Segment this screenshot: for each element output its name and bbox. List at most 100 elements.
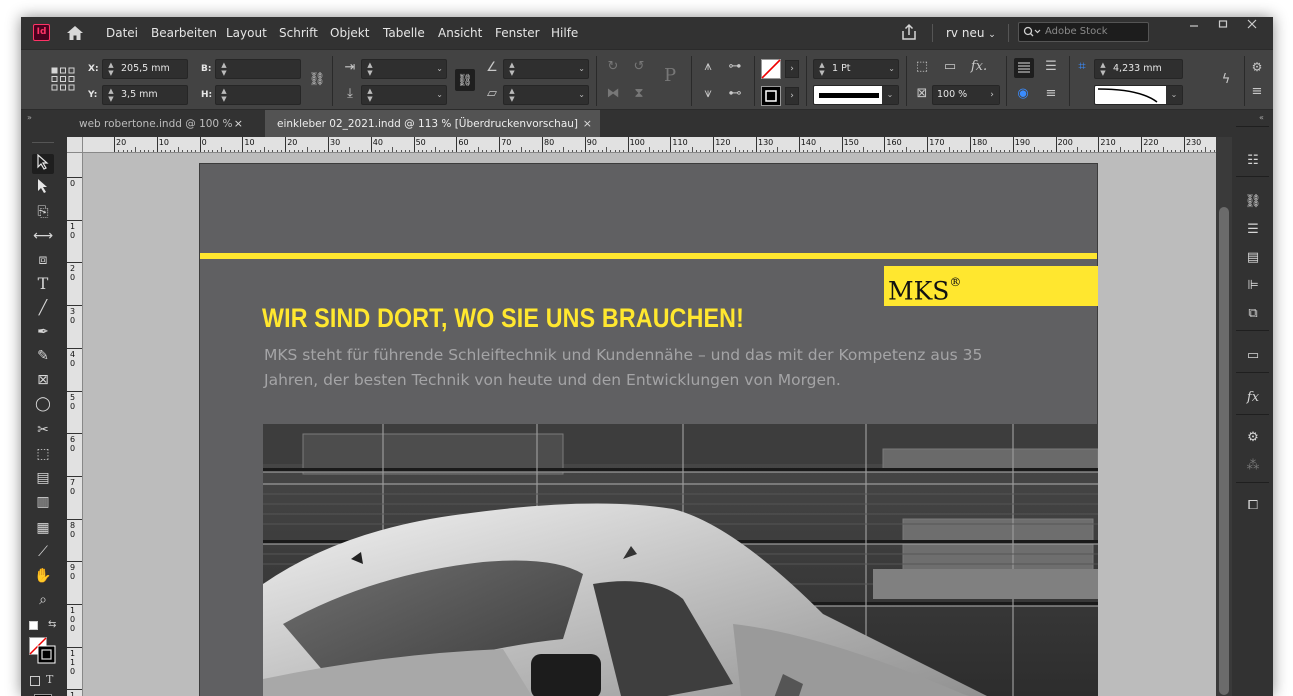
home-icon[interactable]: [65, 23, 85, 43]
page-tool-icon[interactable]: ⎘: [32, 202, 54, 222]
quick-apply-icon[interactable]: ϟ: [1217, 72, 1235, 88]
stroke-type-dropdown[interactable]: ⌄: [813, 85, 899, 105]
hand-tool-icon[interactable]: ✋: [32, 566, 54, 586]
close-icon[interactable]: ×: [583, 110, 592, 138]
chevron-down-icon[interactable]: ⌄: [436, 86, 443, 104]
text-wrap-box-icon[interactable]: ☰: [1042, 59, 1060, 75]
document-page[interactable]: MKS® WIR SIND DORT, WO SIE UNS BRAUCHEN!…: [199, 163, 1098, 696]
spinner-icon[interactable]: ▲ ▼: [219, 61, 229, 77]
gradient-feather-tool-icon[interactable]: ▥: [32, 492, 54, 512]
spinner-icon[interactable]: ▲ ▼: [507, 61, 517, 77]
swap-colors-icon[interactable]: ⇆: [48, 619, 56, 630]
text-wrap-none-icon[interactable]: [1014, 58, 1034, 78]
adobe-stock-search-input[interactable]: Adobe Stock: [1018, 22, 1149, 42]
fx-effects-icon[interactable]: fx.: [970, 59, 988, 75]
chevron-down-icon[interactable]: ⌄: [1166, 86, 1182, 104]
text-wrap-jump-icon[interactable]: ≡: [1042, 86, 1060, 102]
links-icon[interactable]: ⛓: [1242, 192, 1264, 212]
align-icon[interactable]: ⊫: [1242, 276, 1264, 296]
pasteboard[interactable]: MKS® WIR SIND DORT, WO SIE UNS BRAUCHEN!…: [83, 153, 1216, 696]
panel-menu-icon[interactable]: ≡: [1248, 84, 1266, 100]
effects-icon[interactable]: fx: [1242, 388, 1264, 408]
scale-y-field[interactable]: ▲ ▼ ⌄: [361, 85, 447, 105]
horizontal-ruler[interactable]: 20 10 0 10 20 30 40 50 60 70 80 90 100 110 120 130 140 15…: [83, 137, 1216, 153]
text-wrap-icon[interactable]: ▤: [1242, 248, 1264, 268]
fill-stroke-swatch[interactable]: [29, 637, 57, 669]
stroke-weight-field[interactable]: ▲ ▼ 1 Pt ⌄: [813, 59, 899, 79]
formatting-text-icon[interactable]: T: [46, 673, 53, 686]
vertical-ruler[interactable]: 0 1 0 2 0 3 0 4 0 5 0 6 0 7 0 8 0 9 0 1 0 0 1 1 0 1 …: [67, 153, 83, 696]
link-scale-icon[interactable]: ⛓: [455, 69, 475, 91]
publish-online-icon[interactable]: ⧠: [1242, 496, 1264, 516]
spinner-icon[interactable]: ▲ ▼: [106, 87, 116, 103]
pencil-tool-icon[interactable]: ✎: [32, 346, 54, 366]
chevron-down-icon[interactable]: ⌄: [436, 60, 443, 78]
content-collector-icon[interactable]: ⧈: [32, 250, 54, 270]
pathfinder-icon[interactable]: ⧉: [1242, 304, 1264, 324]
rotate-angle-field[interactable]: ▲ ▼ ⌄: [503, 59, 589, 79]
flip-vertical-icon[interactable]: ⧗: [630, 86, 648, 102]
scale-x-field[interactable]: ▲ ▼ ⌄: [361, 59, 447, 79]
menu-hilfe[interactable]: Hilfe: [551, 26, 578, 40]
share-icon[interactable]: [900, 23, 918, 44]
gap-tool-icon[interactable]: ⌗: [1073, 59, 1091, 75]
ruler-origin[interactable]: [67, 137, 83, 153]
fill-none-swatch[interactable]: [761, 59, 781, 82]
flip-horizontal-icon[interactable]: ⧓: [604, 86, 622, 102]
rotate-cw-icon[interactable]: ↻: [604, 59, 622, 75]
p-direction-icon[interactable]: P: [661, 67, 679, 85]
spinner-icon[interactable]: ▲ ▼: [106, 61, 116, 77]
constrain-proportions-icon[interactable]: ⛓: [308, 72, 326, 88]
gap-tool-icon[interactable]: ⟷: [32, 226, 54, 246]
gear-icon[interactable]: ⚙: [1248, 59, 1266, 75]
drop-shadow-icon[interactable]: ▭: [941, 59, 959, 75]
selection-tool-icon[interactable]: [32, 153, 54, 174]
gap-field[interactable]: ▲ ▼ 4,233 mm: [1094, 59, 1183, 79]
width-field[interactable]: ▲ ▼: [215, 59, 301, 79]
direct-selection-tool-icon[interactable]: [32, 178, 54, 198]
gradient-icon[interactable]: ▭: [1242, 346, 1264, 366]
collapse-icon[interactable]: »: [27, 113, 32, 122]
menu-layout[interactable]: Layout: [226, 26, 267, 40]
spinner-icon[interactable]: ▲ ▼: [365, 87, 375, 103]
menu-schrift[interactable]: Schrift: [279, 26, 318, 40]
close-icon[interactable]: ×: [234, 110, 243, 138]
corner-shape-dropdown[interactable]: ⌄: [1094, 85, 1183, 105]
menu-fenster[interactable]: Fenster: [495, 26, 540, 40]
cc-libraries-icon[interactable]: ⚙: [1242, 428, 1264, 448]
free-transform-tool-icon[interactable]: ⬚: [32, 444, 54, 464]
reference-point-icon[interactable]: [51, 67, 75, 94]
chevron-right-icon[interactable]: ›: [985, 86, 999, 104]
chevron-right-icon[interactable]: ›: [785, 60, 799, 78]
shear-angle-field[interactable]: ▲ ▼ ⌄: [503, 85, 589, 105]
text-wrap-object-icon[interactable]: ◉: [1014, 86, 1032, 102]
pen-tool-icon[interactable]: ✒: [32, 322, 54, 342]
chevron-right-icon[interactable]: ›: [785, 87, 799, 105]
pages-icon[interactable]: ☰: [1242, 220, 1264, 240]
menu-objekt[interactable]: Objekt: [330, 26, 369, 40]
properties-icon[interactable]: ☷: [1242, 151, 1264, 171]
chevron-down-icon[interactable]: ⌄: [578, 86, 585, 104]
eyedropper-tool-icon[interactable]: ⟋: [32, 542, 54, 562]
expand-icon[interactable]: «: [1259, 113, 1264, 122]
rotate-ccw-icon[interactable]: ↺: [630, 59, 648, 75]
y-position-field[interactable]: ▲ ▼ 3,5 mm: [102, 85, 188, 105]
zoom-tool-icon[interactable]: ⌕: [32, 590, 54, 610]
spinner-icon[interactable]: ▲ ▼: [219, 87, 229, 103]
close-window-icon[interactable]: [1234, 17, 1270, 33]
menu-ansicht[interactable]: Ansicht: [438, 26, 482, 40]
ellipse-tool-icon[interactable]: ◯: [32, 394, 54, 414]
scissors-tool-icon[interactable]: ✂: [32, 420, 54, 440]
spinner-icon[interactable]: ▲ ▼: [817, 61, 827, 77]
workspace-switcher[interactable]: rv neu ⌄: [946, 26, 996, 40]
stroke-swatch[interactable]: [761, 86, 781, 109]
menu-tabelle[interactable]: Tabelle: [383, 26, 425, 40]
tab-einkleber[interactable]: einkleber 02_2021.indd @ 113 % [Überdruc…: [265, 110, 600, 137]
line-tool-icon[interactable]: ╱: [32, 298, 54, 318]
menu-bearbeiten[interactable]: Bearbeiten: [151, 26, 217, 40]
rectangle-frame-tool-icon[interactable]: ⊠: [32, 370, 54, 390]
spinner-icon[interactable]: ▲ ▼: [365, 61, 375, 77]
tab-web-robertone[interactable]: web robertone.indd @ 100 % ×: [67, 110, 251, 137]
menu-datei[interactable]: Datei: [106, 26, 138, 40]
chevron-down-icon[interactable]: ⌄: [882, 86, 898, 104]
